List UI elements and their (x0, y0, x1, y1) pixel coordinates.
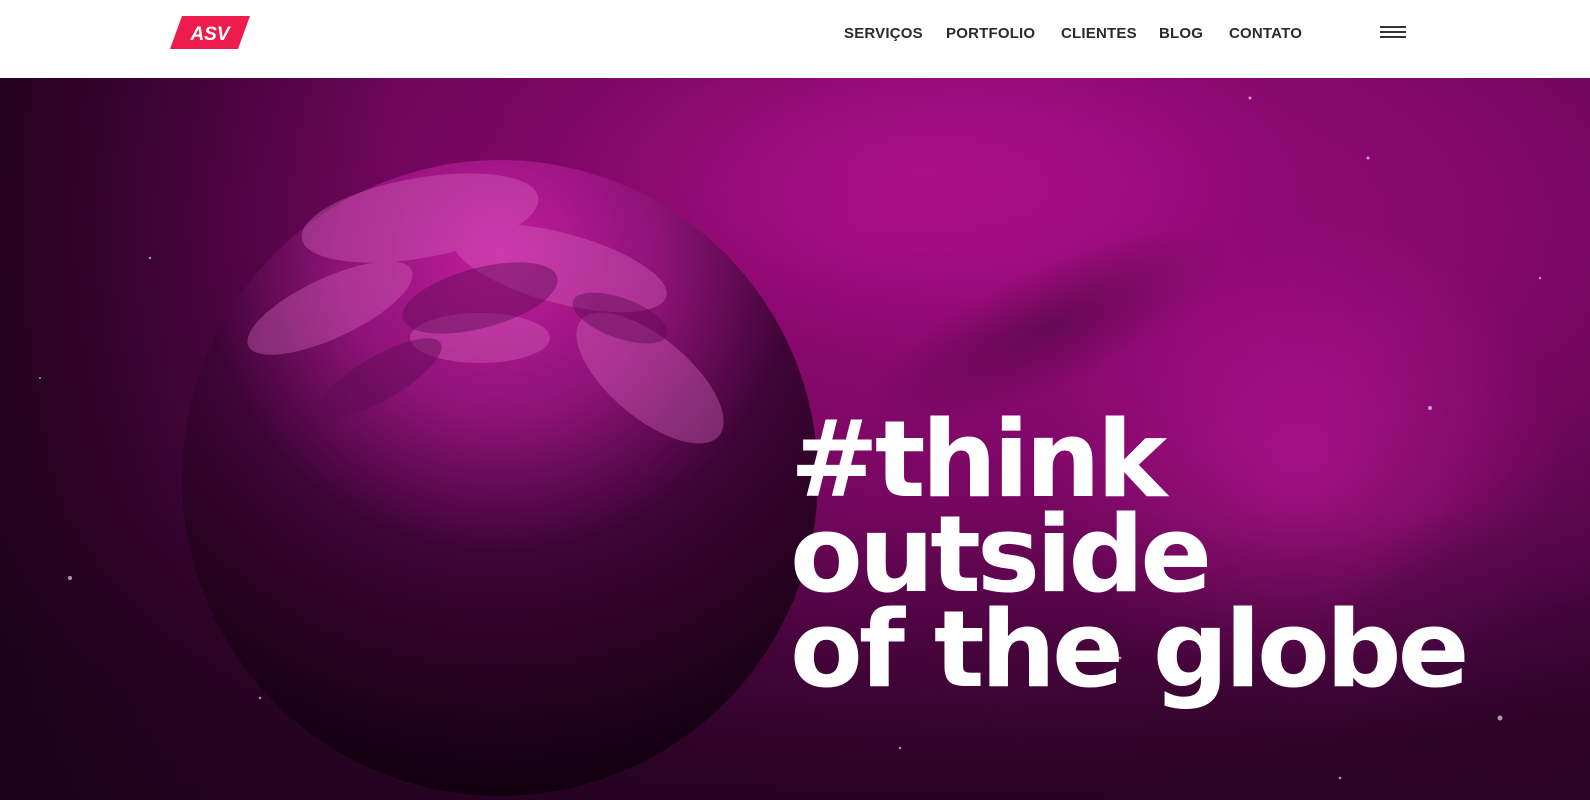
nav-servicos[interactable]: SERVIÇOS (844, 24, 923, 44)
nav-portfolio[interactable]: PORTFOLIO (946, 24, 1035, 44)
site-header: ASV SERVIÇOS PORTFOLIO CLIENTES BLOG CON… (0, 0, 1590, 78)
nav-contato[interactable]: CONTATO (1229, 24, 1302, 44)
headline-line-3: of the globe (790, 588, 1470, 711)
nav-blog[interactable]: BLOG (1159, 24, 1203, 44)
hero-banner: #think outside of the globe (0, 78, 1590, 800)
hamburger-icon[interactable] (1380, 26, 1406, 40)
hero-headline: #think outside of the globe (790, 407, 1470, 711)
asv-logo-mark: ASV (170, 16, 250, 49)
nav-clientes[interactable]: CLIENTES (1061, 24, 1137, 44)
asv-logo[interactable]: ASV (170, 16, 250, 49)
earth-globe (182, 160, 818, 796)
logo-text: ASV (189, 24, 230, 45)
